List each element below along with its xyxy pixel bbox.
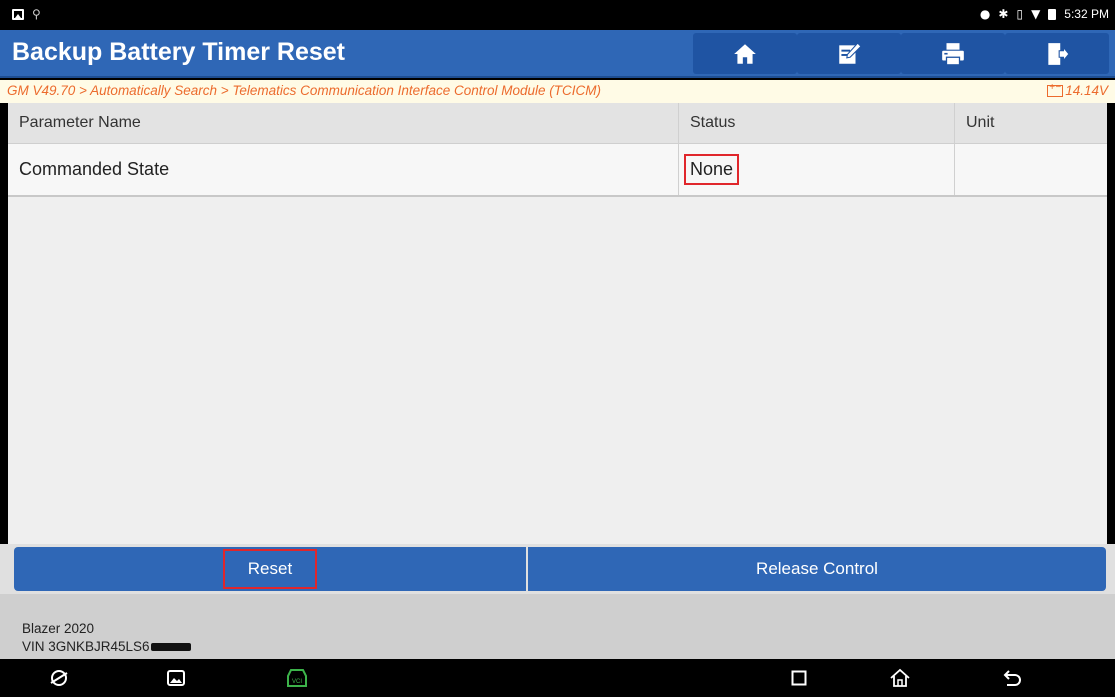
reset-button-label: Reset: [247, 559, 293, 578]
data-stream-panel: Parameter Name Status Unit Commanded Sta…: [8, 103, 1107, 544]
browser-icon[interactable]: [47, 666, 71, 690]
vehicle-info-footer: Blazer 2020 VIN 3GNKBJR45LS6: [0, 594, 1115, 659]
column-header-status: Status: [678, 103, 954, 143]
vin-text: VIN 3GNKBJR45LS6: [22, 639, 150, 654]
battery-icon: [1048, 8, 1057, 20]
print-button[interactable]: [901, 33, 1005, 74]
action-bar: Reset Release Control: [0, 544, 1115, 594]
gallery-icon[interactable]: [164, 666, 188, 690]
edit-icon: [839, 41, 862, 64]
location-icon: ●: [979, 7, 991, 21]
vin-row: VIN 3GNKBJR45LS6: [22, 639, 191, 654]
vci-icon[interactable]: VCI: [285, 666, 309, 690]
vin-redaction: [150, 642, 191, 651]
exit-button[interactable]: [1005, 33, 1109, 74]
breadcrumb: GM V49.70 > Automatically Search > Telem…: [7, 83, 601, 98]
edit-button[interactable]: [797, 33, 901, 74]
clock: 5:32 PM: [1064, 7, 1109, 21]
gallery-notification-icon: [12, 8, 24, 20]
title-bar: Backup Battery Timer Reset: [0, 30, 1115, 78]
parameter-name-cell: Commanded State: [19, 159, 170, 179]
column-header-unit: Unit: [954, 103, 1107, 143]
breadcrumb-bar: GM V49.70 > Automatically Search > Telem…: [0, 80, 1115, 103]
reset-button[interactable]: Reset: [14, 547, 526, 591]
status-value: None: [684, 153, 740, 186]
usb-icon: ⚲: [32, 7, 41, 21]
column-header-parameter-name: Parameter Name: [19, 114, 141, 131]
bluetooth-icon: ✱: [998, 7, 1009, 21]
status-cell: None: [678, 144, 954, 195]
status-bar: ⚲ ● ✱ ▯ ▼ 5:32 PM: [0, 0, 1115, 30]
release-control-button[interactable]: Release Control: [528, 547, 1106, 591]
car-battery-icon: [1047, 82, 1064, 97]
home-nav-icon[interactable]: [888, 666, 912, 690]
page-title: Backup Battery Timer Reset: [12, 38, 346, 66]
exit-icon: [1048, 42, 1070, 65]
wifi-icon: ▼: [1031, 7, 1041, 21]
vehicle-model: Blazer 2020: [22, 621, 95, 636]
unit-cell: [954, 144, 1107, 195]
voltage-indicator: 14.14V: [1047, 82, 1108, 98]
home-button[interactable]: [693, 33, 797, 74]
back-icon[interactable]: [1000, 666, 1024, 690]
table-header: Parameter Name Status Unit: [8, 103, 1107, 144]
vibrate-icon: ▯: [1016, 7, 1024, 21]
table-row[interactable]: Commanded State None: [8, 144, 1107, 197]
home-icon: [734, 43, 756, 64]
reset-highlight: Reset: [223, 549, 317, 589]
voltage-value: 14.14V: [1065, 83, 1108, 98]
navigation-bar: VCI: [0, 659, 1115, 697]
svg-text:VCI: VCI: [292, 679, 302, 685]
release-control-label: Release Control: [756, 559, 878, 578]
recent-apps-icon[interactable]: [787, 666, 811, 690]
print-icon: [942, 42, 964, 65]
